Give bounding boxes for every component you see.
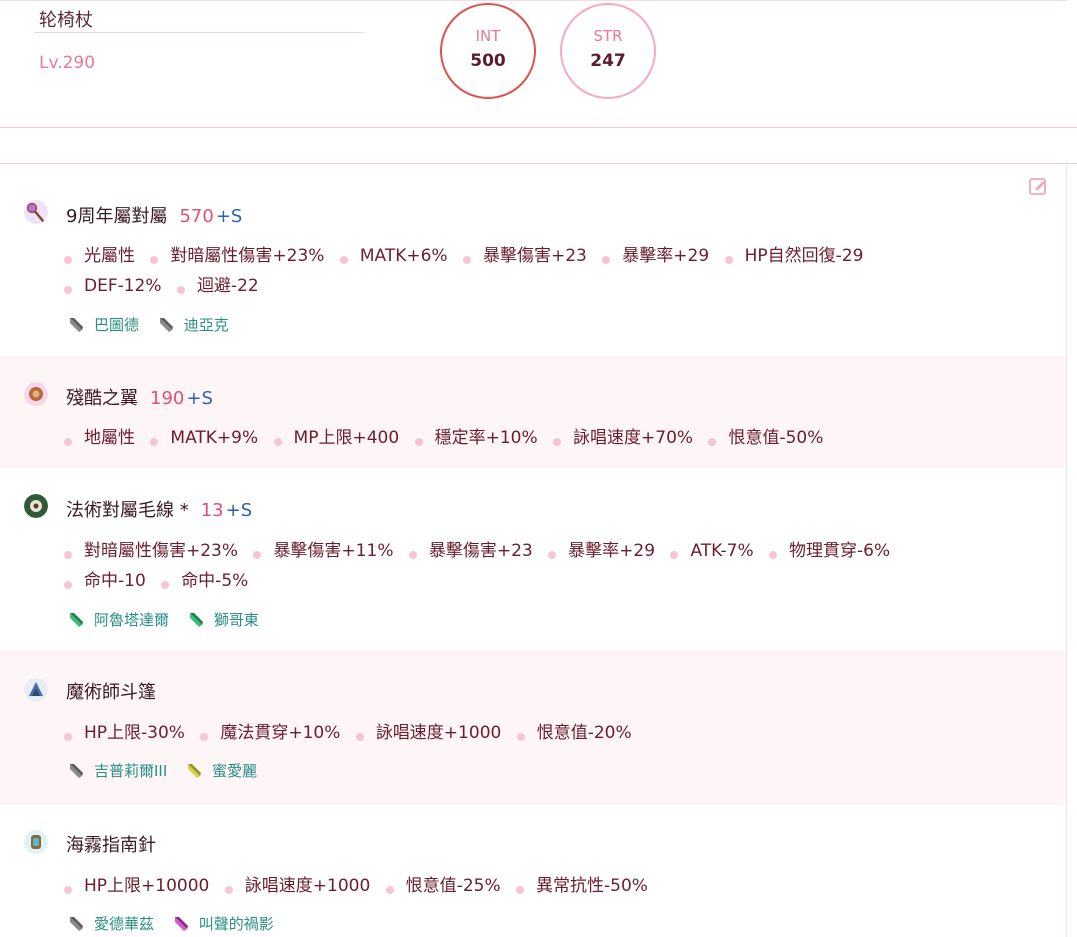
attribute-line: 命中-10 命中-5%: [64, 566, 258, 591]
card-grey-icon: [70, 917, 83, 931]
equipment-header: 海霧指南針: [66, 831, 156, 857]
equipment-header: 殘酷之翼 190 +S: [66, 384, 213, 410]
attribute: MATK+9%: [150, 428, 258, 448]
attribute: MATK+6%: [339, 246, 448, 266]
card-list: 愛德華茲 叫聲的禍影: [68, 913, 288, 934]
card-list: 巴圖德 迪亞克: [68, 314, 243, 335]
attribute: HP上限-30%: [64, 718, 185, 743]
attribute: DEF-12%: [64, 276, 162, 296]
attribute: 物理貫穿-6%: [769, 536, 890, 561]
attribute-line: HP上限+10000 詠唱速度+1000 恨意值-25% 異常抗性-50%: [64, 871, 658, 896]
card-link[interactable]: 阿魯塔達爾: [68, 609, 169, 630]
attribute: 暴擊率+29: [602, 241, 709, 266]
slot-marker: +S: [225, 500, 253, 521]
slot-marker: +S: [215, 206, 243, 227]
wing-icon: [24, 382, 48, 406]
card-link[interactable]: 巴圖德: [68, 314, 139, 335]
attribute: 異常抗性-50%: [516, 871, 648, 896]
card-link[interactable]: 愛德華茲: [68, 913, 154, 934]
attribute: 對暗屬性傷害+23%: [64, 536, 238, 561]
attribute: 命中-10: [64, 566, 146, 591]
attribute: 恨意值-50%: [708, 423, 823, 448]
attribute-line: 光屬性 對暗屬性傷害+23% MATK+6% 暴擊傷害+23 暴擊率+29 HP…: [64, 241, 873, 266]
stat-int-circle: INT 500: [440, 3, 536, 99]
card-grey-icon: [70, 318, 83, 332]
section-divider: [0, 127, 1077, 128]
card-list: 吉普莉爾III 蜜愛麗: [68, 760, 271, 781]
attribute: 恨意值-20%: [516, 718, 632, 743]
card-yellow-icon: [188, 764, 202, 778]
equipment-item: 9周年屬對屬 570 +S 光屬性 對暗屬性傷害+23% MATK+6% 暴擊傷害+…: [0, 164, 1066, 356]
attribute: 暴擊傷害+11%: [253, 536, 393, 561]
card-link[interactable]: 叫聲的禍影: [173, 913, 274, 934]
cloak-icon: [24, 678, 48, 702]
card-list: 阿魯塔達爾 獅哥東: [68, 609, 273, 630]
stat-str-circle: STR 247: [560, 3, 656, 99]
attribute: 恨意值-25%: [385, 871, 501, 896]
equipment-name: 魔術師斗篷: [66, 682, 156, 703]
attribute: 光屬性: [64, 241, 135, 266]
refine-value: 190: [150, 388, 185, 409]
equipment-item: 魔術師斗篷 HP上限-30% 魔法貫穿+10% 詠唱速度+1000 恨意值-20…: [0, 650, 1066, 805]
attribute: ATK-7%: [670, 541, 754, 561]
attribute: MP上限+400: [273, 423, 399, 448]
attribute: HP上限+10000: [64, 871, 209, 896]
equipment-name: 海霧指南針: [66, 835, 156, 856]
attribute: HP自然回復-29: [724, 241, 863, 266]
attribute-line: 對暗屬性傷害+23% 暴擊傷害+11% 暴擊傷害+23 暴擊率+29 ATK-7…: [64, 536, 900, 561]
attribute: 詠唱速度+1000: [355, 718, 501, 743]
equipment-name: 殘酷之翼: [66, 388, 138, 409]
slot-marker: +S: [186, 388, 213, 409]
attribute-line: 地屬性 MATK+9% MP上限+400 穩定率+10% 詠唱速度+70% 恨意…: [64, 423, 833, 448]
refine-value: 13: [200, 500, 224, 521]
card-link[interactable]: 獅哥東: [188, 609, 259, 630]
attribute: 詠唱速度+1000: [224, 871, 370, 896]
card-link[interactable]: 蜜愛麗: [186, 760, 257, 781]
card-green-icon: [189, 613, 203, 627]
attribute-line: HP上限-30% 魔法貫穿+10% 詠唱速度+1000 恨意值-20%: [64, 718, 642, 743]
equipment-header: 法術對屬毛線 * 13 +S: [66, 496, 252, 522]
attribute: 暴擊傷害+23: [408, 536, 533, 561]
staff-icon: [24, 200, 48, 224]
card-purple-icon: [174, 917, 188, 931]
top-border: [0, 0, 1067, 1]
equipment-item: 法術對屬毛線 * 13 +S 對暗屬性傷害+23% 暴擊傷害+11% 暴擊傷害+23…: [0, 468, 1066, 650]
attribute: 穩定率+10%: [414, 423, 538, 448]
stat-value: 247: [590, 51, 626, 71]
equipment-header: 9周年屬對屬 570 +S: [66, 202, 242, 228]
stat-label: INT: [475, 27, 501, 45]
stat-label: STR: [593, 27, 623, 45]
attribute: 命中-5%: [161, 566, 248, 591]
attribute: 迴避-22: [176, 271, 259, 296]
stat-value: 500: [470, 51, 506, 71]
attribute: 暴擊傷害+23: [462, 241, 587, 266]
attribute: 對暗屬性傷害+23%: [150, 241, 324, 266]
card-green-icon: [70, 613, 83, 627]
equipment-name: 9周年屬對屬: [66, 206, 168, 227]
equipment-name: 法術對屬毛線 *: [66, 500, 189, 521]
attribute-line: DEF-12% 迴避-22: [64, 271, 269, 296]
equipment-item: 殘酷之翼 190 +S 地屬性 MATK+9% MP上限+400 穩定率+10% 詠…: [0, 356, 1066, 468]
card-grey-icon: [159, 318, 173, 332]
attribute: 詠唱速度+70%: [553, 423, 693, 448]
attribute: 暴擊率+29: [548, 536, 655, 561]
character-level: Lv.290: [39, 53, 96, 73]
attribute: 魔法貫穿+10%: [200, 718, 340, 743]
character-name: 轮椅杖: [39, 10, 93, 31]
card-grey-icon: [70, 764, 83, 778]
refine-value: 570: [179, 206, 214, 227]
equipment-header: 魔術師斗篷: [66, 678, 156, 704]
equipment-item: 海霧指南針 HP上限+10000 詠唱速度+1000 恨意值-25% 異常抗性-…: [0, 805, 1066, 937]
compass-icon: [24, 830, 48, 854]
card-link[interactable]: 迪亞克: [158, 314, 229, 335]
name-underline: [34, 32, 364, 33]
attribute: 地屬性: [64, 423, 135, 448]
accessory-icon: [24, 494, 48, 518]
card-link[interactable]: 吉普莉爾III: [68, 760, 167, 781]
scroll-track: [1066, 163, 1067, 937]
